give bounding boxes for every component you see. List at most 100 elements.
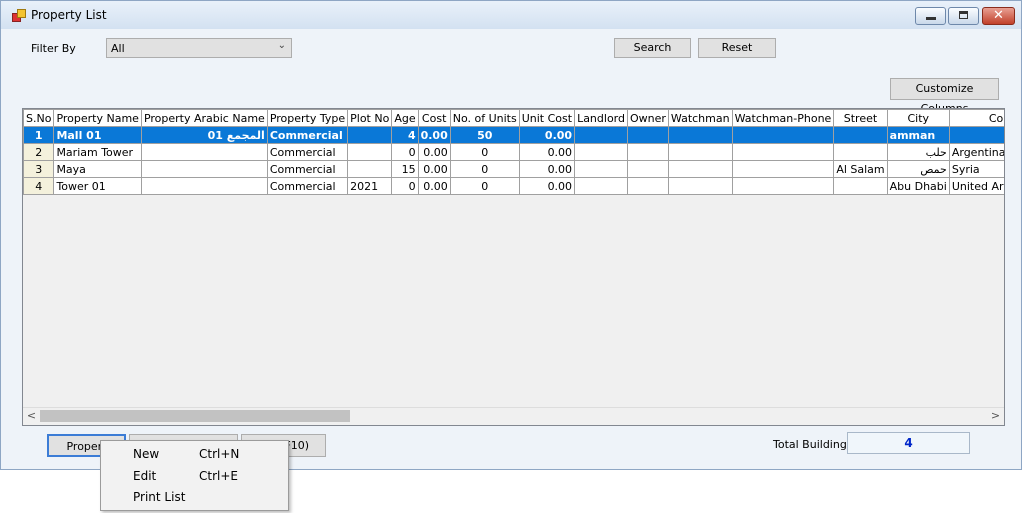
- table-cell[interactable]: [731, 126, 835, 144]
- table-cell[interactable]: الاردن: [948, 126, 1004, 144]
- table-cell[interactable]: 0.00: [518, 177, 576, 195]
- table-cell[interactable]: United Arab Emirates: [948, 177, 1004, 195]
- table-cell[interactable]: حلب: [886, 143, 950, 161]
- table-cell[interactable]: [731, 143, 835, 161]
- table-cell[interactable]: [833, 126, 888, 144]
- table-cell[interactable]: [347, 126, 393, 144]
- table-cell[interactable]: Argentina: [948, 143, 1004, 161]
- column-header[interactable]: Property Type: [266, 109, 349, 127]
- table-cell[interactable]: [347, 160, 393, 178]
- table-cell[interactable]: [574, 143, 628, 161]
- table-cell[interactable]: 0.00: [518, 126, 576, 144]
- menu-item-edit[interactable]: Edit Ctrl+E: [102, 466, 287, 486]
- table-cell[interactable]: 50: [449, 126, 520, 144]
- table-cell[interactable]: Mariam Tower: [53, 143, 142, 161]
- table-cell[interactable]: المجمع 01: [140, 126, 268, 144]
- column-header[interactable]: Unit Cost: [518, 109, 576, 127]
- table-cell[interactable]: [140, 143, 268, 161]
- table-cell[interactable]: [140, 177, 268, 195]
- column-header[interactable]: Age: [391, 109, 419, 127]
- table-cell[interactable]: حمص: [886, 160, 950, 178]
- title-bar[interactable]: Property List ✕: [1, 1, 1021, 29]
- table-cell[interactable]: [626, 126, 669, 144]
- table-cell[interactable]: 0: [449, 177, 520, 195]
- table-row[interactable]: 1 Mall 01 المجمع 01 Commercial 4 0.00 50 0.00 am…: [23, 126, 1004, 144]
- table-cell[interactable]: 0.00: [417, 177, 451, 195]
- table-cell[interactable]: Syria: [948, 160, 1004, 178]
- column-header[interactable]: Property Name: [53, 109, 142, 127]
- table-cell[interactable]: 0: [449, 160, 520, 178]
- table-cell[interactable]: amman: [886, 126, 950, 144]
- table-cell[interactable]: 4: [391, 126, 419, 144]
- table-cell[interactable]: Mall 01: [53, 126, 142, 144]
- table-cell[interactable]: [667, 126, 733, 144]
- table-cell[interactable]: [140, 160, 268, 178]
- table-cell[interactable]: [731, 160, 835, 178]
- table-cell[interactable]: [347, 143, 393, 161]
- table-cell[interactable]: [626, 143, 669, 161]
- column-header[interactable]: No. of Units: [449, 109, 520, 127]
- table-cell[interactable]: 2021: [347, 177, 393, 195]
- property-grid[interactable]: S.No Property Name Property Arabic Name Pro…: [22, 108, 1005, 426]
- column-header[interactable]: Cost: [417, 109, 451, 127]
- column-header[interactable]: Street: [833, 109, 888, 127]
- column-header[interactable]: Owner: [626, 109, 669, 127]
- horizontal-scrollbar[interactable]: < >: [23, 407, 1004, 424]
- table-row[interactable]: 4 Tower 01 Commercial 2021 0 0.00 0 0.00 Abu Dha…: [23, 177, 1004, 195]
- column-header[interactable]: Landlord: [574, 109, 628, 127]
- table-cell[interactable]: 0: [449, 143, 520, 161]
- table-cell[interactable]: [574, 160, 628, 178]
- column-header[interactable]: City: [886, 109, 950, 127]
- table-cell[interactable]: Commercial: [266, 177, 349, 195]
- table-cell[interactable]: 0: [391, 177, 419, 195]
- table-cell[interactable]: 0.00: [417, 143, 451, 161]
- table-cell[interactable]: 0: [391, 143, 419, 161]
- scroll-right-icon[interactable]: >: [987, 408, 1004, 424]
- filter-dropdown[interactable]: All ⌄: [106, 38, 292, 58]
- minimize-button[interactable]: [915, 7, 946, 25]
- table-cell[interactable]: 3: [23, 160, 55, 178]
- search-button[interactable]: Search: [614, 38, 691, 58]
- table-cell[interactable]: [626, 160, 669, 178]
- table-row[interactable]: 3 Maya Commercial 15 0.00 0 0.00 Al Salam حمص Syr…: [23, 160, 1004, 178]
- table-cell[interactable]: 0.00: [518, 143, 576, 161]
- column-header[interactable]: S.No: [23, 109, 55, 127]
- table-cell[interactable]: [833, 143, 888, 161]
- table-cell[interactable]: [667, 177, 733, 195]
- table-cell[interactable]: 4: [23, 177, 55, 195]
- table-cell[interactable]: 15: [391, 160, 419, 178]
- table-cell[interactable]: 0.00: [518, 160, 576, 178]
- table-row[interactable]: 2 Mariam Tower Commercial 0 0.00 0 0.00 حلب Arge…: [23, 143, 1004, 161]
- scroll-left-icon[interactable]: <: [23, 408, 40, 424]
- table-cell[interactable]: [626, 177, 669, 195]
- table-cell[interactable]: [667, 160, 733, 178]
- maximize-button[interactable]: [948, 7, 979, 25]
- column-header[interactable]: Property Arabic Name: [140, 109, 268, 127]
- reset-button[interactable]: Reset: [698, 38, 776, 58]
- customize-columns-button[interactable]: Customize Columns: [890, 78, 999, 115]
- table-cell[interactable]: [667, 143, 733, 161]
- column-header[interactable]: Watchman: [667, 109, 733, 127]
- table-cell[interactable]: Al Salam: [833, 160, 888, 178]
- table-cell[interactable]: Maya: [53, 160, 142, 178]
- table-cell[interactable]: [574, 177, 628, 195]
- table-cell[interactable]: [833, 177, 888, 195]
- table-cell[interactable]: [574, 126, 628, 144]
- scrollbar-thumb[interactable]: [40, 410, 350, 422]
- column-header[interactable]: Plot No: [347, 109, 393, 127]
- close-button[interactable]: ✕: [982, 7, 1015, 25]
- table-cell[interactable]: [731, 177, 835, 195]
- table-cell[interactable]: 2: [23, 143, 55, 161]
- column-header[interactable]: Watchman-Phone: [731, 109, 835, 127]
- menu-item-new[interactable]: New Ctrl+N: [102, 444, 287, 464]
- table-cell[interactable]: Commercial: [266, 160, 349, 178]
- column-header[interactable]: Country: [948, 109, 1004, 127]
- table-cell[interactable]: Tower 01: [53, 177, 142, 195]
- table-cell[interactable]: Commercial: [266, 143, 349, 161]
- table-cell[interactable]: 0.00: [417, 160, 451, 178]
- table-cell[interactable]: Commercial: [266, 126, 349, 144]
- table-cell[interactable]: 0.00: [417, 126, 451, 144]
- menu-item-print-list[interactable]: Print List: [102, 487, 287, 507]
- table-cell[interactable]: Abu Dhabi: [886, 177, 950, 195]
- table-cell[interactable]: 1: [23, 126, 55, 144]
